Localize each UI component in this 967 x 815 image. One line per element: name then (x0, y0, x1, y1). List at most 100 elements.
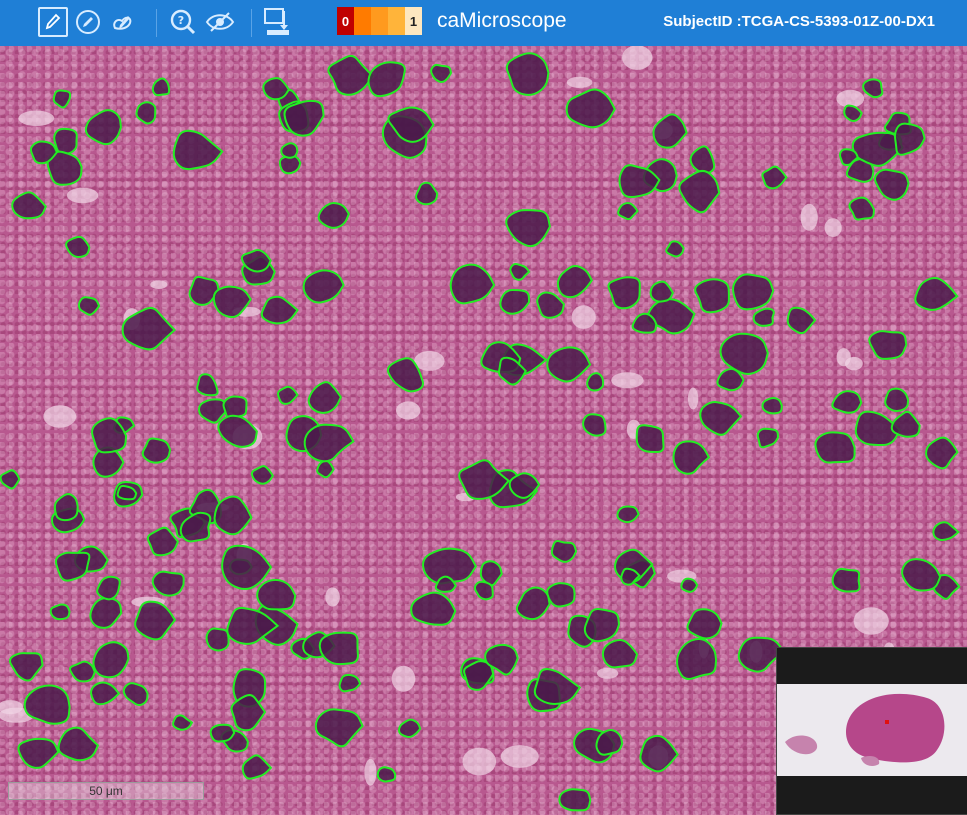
nucleus-contour (430, 63, 453, 83)
nucleus-contour (84, 109, 122, 146)
nucleus-contour (565, 88, 616, 129)
export-download-icon[interactable] (262, 7, 292, 37)
nucleus-contour (546, 582, 576, 608)
draw-pencil-icon[interactable] (73, 7, 103, 37)
legend-swatch (388, 7, 405, 35)
nucleus-contour (415, 181, 439, 206)
nucleus-contour (196, 373, 219, 397)
nucleus-contour (260, 295, 299, 325)
nucleus-contour (17, 737, 60, 769)
nucleus-contour (595, 729, 624, 756)
nucleus-contour (8, 652, 44, 682)
nucleus-contour (135, 101, 157, 125)
nucleus-contour (172, 129, 224, 171)
legend-min-label: 0 (337, 7, 354, 35)
slide-viewer[interactable]: 50 μm (0, 46, 967, 815)
nucleus-contour (318, 631, 359, 666)
annotate-pencil-icon[interactable] (38, 7, 68, 37)
nucleus-contour (90, 681, 121, 706)
nucleus-contour (761, 165, 788, 190)
nucleus-contour (676, 637, 718, 681)
nucleus-contour (122, 682, 149, 707)
nucleus-contour (752, 307, 775, 327)
nucleus-contour (893, 122, 926, 156)
svg-text:?: ? (178, 14, 184, 27)
nucleus-contour (376, 766, 397, 783)
nucleus-contour (814, 431, 856, 464)
nucleus-contour (556, 265, 593, 299)
nucleus-contour (277, 385, 299, 405)
nucleus-contour (11, 191, 47, 220)
tissue-vacuole (391, 665, 416, 692)
nucleus-contour (533, 668, 582, 705)
nucleus-contour (699, 401, 743, 436)
nucleus-contour (505, 209, 551, 248)
nucleus-contour (689, 145, 716, 175)
nucleus-contour (449, 263, 496, 305)
nucleus-contour (398, 718, 422, 738)
nucleus-contour (505, 52, 550, 96)
nucleus-contour (831, 390, 863, 414)
nucleus-contour (586, 372, 605, 392)
nucleus-contour (649, 280, 675, 303)
navigator-minimap[interactable] (776, 647, 967, 815)
nucleus-contour (0, 469, 21, 490)
nucleus-contour (761, 396, 783, 415)
app-title: caMicroscope (437, 9, 567, 32)
nucleus-contour (652, 113, 688, 149)
nucleus-contour (932, 521, 960, 542)
nucleus-contour (635, 424, 665, 454)
nucleus-contour (57, 726, 100, 762)
nucleus-contour (134, 600, 177, 641)
nucleus-contour (499, 288, 531, 315)
nucleus-contour (558, 788, 592, 812)
nucleus-contour (914, 276, 959, 311)
tissue-vacuole (836, 348, 851, 367)
nucleus-contour (89, 596, 123, 629)
nucleus-contour (302, 269, 345, 304)
nucleus-contour (868, 330, 908, 360)
nucleus-contour (317, 201, 350, 229)
nucleus-contour (367, 61, 406, 98)
nucleus-contour (410, 591, 457, 626)
nucleus-contour (925, 436, 959, 470)
tissue-vacuole (853, 607, 889, 635)
nucleus-contour (901, 558, 942, 592)
nucleus-contour (546, 346, 592, 383)
freeform-tool-icon[interactable] (108, 7, 138, 37)
nucleus-contour (680, 577, 699, 593)
nucleus-contour (280, 142, 299, 159)
nucleus-contour (862, 78, 884, 99)
tissue-vacuole (611, 372, 644, 389)
nucleus-contour (92, 641, 130, 679)
tissue-vacuole (824, 218, 842, 238)
nucleus-contour (631, 312, 658, 334)
nucleus-contour (843, 104, 863, 123)
nucleus-contour (694, 278, 730, 314)
nucleus-contour (316, 459, 335, 479)
nucleus-contour (848, 196, 876, 221)
nucleus-contour (69, 660, 96, 683)
nucleus-contour (874, 168, 910, 201)
nucleus-contour (77, 296, 101, 316)
nucleus-contour (616, 505, 640, 524)
toolbar: ? 0 1 caMicroscope SubjectID :TCGA-CS-53… (0, 0, 967, 46)
nucleus-contour (639, 734, 679, 773)
nucleus-contour (678, 169, 721, 214)
nucleus-contour (53, 127, 78, 155)
navigator-slide-thumbnail (777, 684, 967, 776)
nucleus-contour (250, 465, 274, 485)
nucleus-contour (831, 567, 861, 593)
nucleus-contour (256, 578, 297, 611)
nucleus-contour (550, 540, 578, 563)
help-search-icon[interactable]: ? (168, 7, 198, 37)
nucleus-contour (756, 427, 780, 449)
nucleus-contour (719, 332, 769, 375)
nucleus-contour (307, 381, 343, 414)
toggle-visibility-icon[interactable] (205, 7, 235, 37)
nucleus-contour (141, 437, 172, 464)
nucleus-contour (665, 240, 685, 258)
tissue-vacuole (800, 203, 818, 231)
subject-id: SubjectID :TCGA-CS-5393-01Z-00-DX1 (663, 13, 935, 30)
legend-swatch (371, 7, 388, 35)
